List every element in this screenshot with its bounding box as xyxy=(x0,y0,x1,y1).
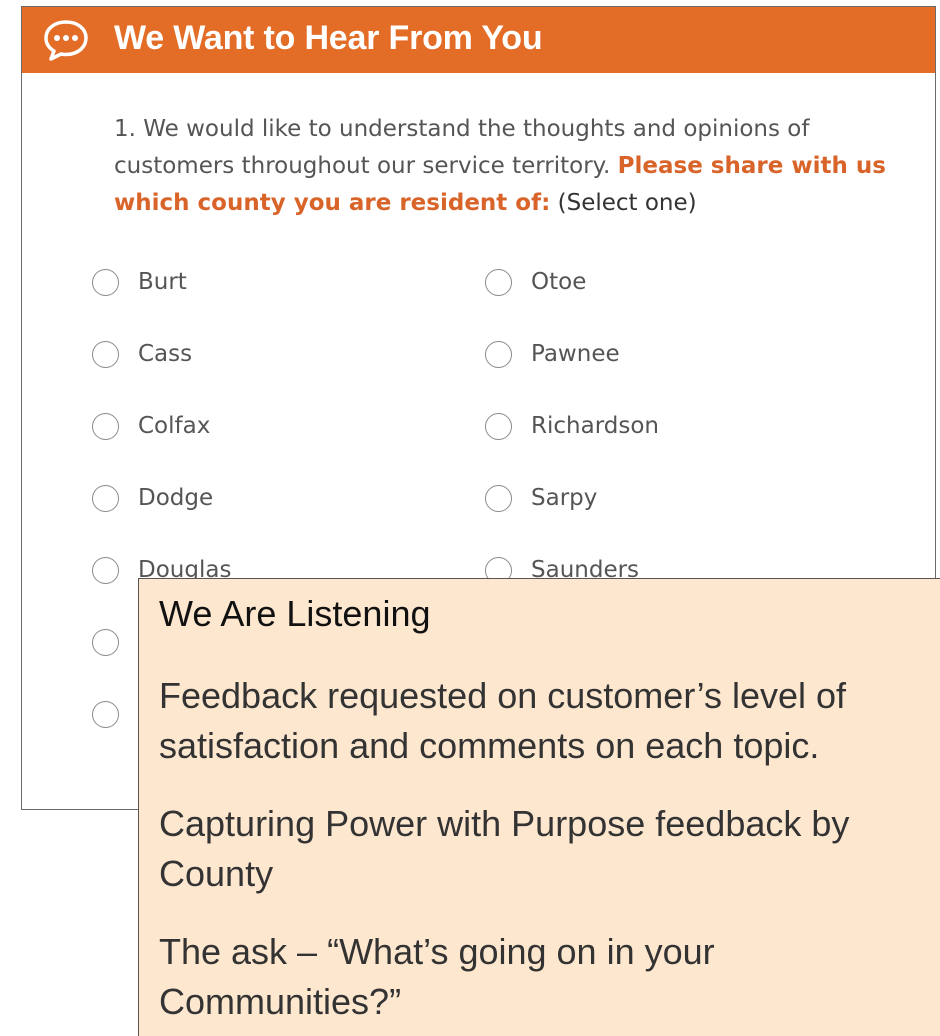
option-burt[interactable]: Burt xyxy=(92,262,187,302)
option-colfax[interactable]: Colfax xyxy=(92,406,210,446)
callout-point-ask: The ask – “What’s going on in your Commu… xyxy=(159,931,715,1022)
option-label: Colfax xyxy=(138,413,211,439)
radio-button[interactable] xyxy=(92,556,119,584)
option-label: Dodge xyxy=(138,485,214,511)
option-dodge[interactable]: Dodge xyxy=(92,478,213,518)
listening-callout: We Are Listening Feedback requested on c… xyxy=(138,578,940,1036)
chat-bubble-icon xyxy=(44,20,88,61)
question-text: 1. We would like to understand the thoug… xyxy=(114,111,894,222)
question-hint: (Select one) xyxy=(557,190,697,216)
survey-header: We Want to Hear From You xyxy=(22,7,935,73)
option-label: Burt xyxy=(138,269,187,295)
option-richardson[interactable]: Richardson xyxy=(485,406,659,446)
radio-button[interactable] xyxy=(92,268,119,296)
radio-button[interactable] xyxy=(92,628,119,656)
radio-button[interactable] xyxy=(92,700,119,728)
option-sarpy[interactable]: Sarpy xyxy=(485,478,597,518)
survey-title: We Want to Hear From You xyxy=(114,19,543,57)
radio-button[interactable] xyxy=(92,484,119,512)
option-label: Cass xyxy=(138,341,193,367)
option-label: Sarpy xyxy=(531,485,598,511)
option-cass[interactable]: Cass xyxy=(92,334,192,374)
radio-button[interactable] xyxy=(485,412,512,440)
option-pawnee[interactable]: Pawnee xyxy=(485,334,620,374)
radio-button[interactable] xyxy=(92,412,119,440)
option-hidden-left-7[interactable] xyxy=(92,694,119,734)
option-label: Richardson xyxy=(531,413,659,439)
callout-point-feedback: Feedback requested on customer’s level o… xyxy=(159,675,847,766)
option-hidden-left-6[interactable] xyxy=(92,622,119,662)
option-label: Otoe xyxy=(531,269,587,295)
option-otoe[interactable]: Otoe xyxy=(485,262,586,302)
callout-point-county: Capturing Power with Purpose feedback by… xyxy=(159,803,850,894)
radio-button[interactable] xyxy=(485,268,512,296)
option-label: Pawnee xyxy=(531,341,620,367)
radio-button[interactable] xyxy=(92,340,119,368)
callout-title: We Are Listening xyxy=(159,593,431,634)
radio-button[interactable] xyxy=(485,484,512,512)
radio-button[interactable] xyxy=(485,340,512,368)
